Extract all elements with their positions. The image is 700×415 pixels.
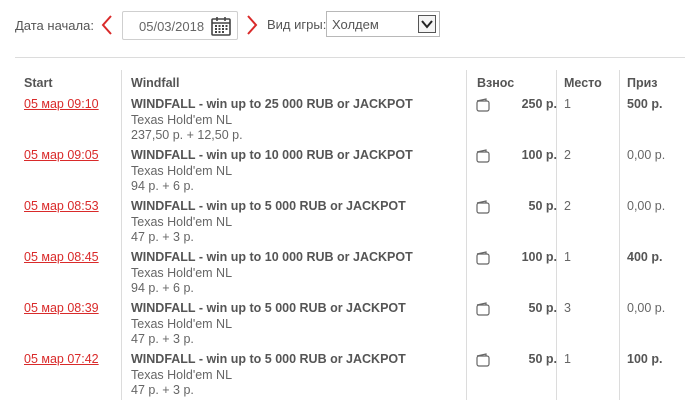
game-name: Texas Hold'em NL — [131, 316, 233, 331]
buyin-breakdown: 47 р. + 3 р. — [131, 383, 194, 397]
place-value: 1 — [564, 250, 571, 264]
start-time-link[interactable]: 05 мар 08:53 — [24, 199, 99, 213]
date-label: Дата начала: — [15, 18, 94, 33]
filter-bar: Дата начала: 05/03/2018 Вид игры: Холдем — [0, 0, 700, 50]
table-row: 05 мар 09:05 WINDFALL - win up to 10 000… — [15, 148, 685, 199]
place-value: 3 — [564, 301, 571, 315]
table-body: 05 мар 09:10 WINDFALL - win up to 25 000… — [15, 97, 685, 403]
game-type-label: Вид игры: — [267, 17, 327, 32]
prize-value: 400 р. — [627, 250, 663, 264]
date-value[interactable]: 05/03/2018 — [139, 19, 204, 34]
tournament-title: WINDFALL - win up to 5 000 RUB or JACKPO… — [131, 352, 406, 366]
tournament-table: Start Windfall Взнос Место Приз 05 мар 0… — [15, 70, 685, 400]
buyin-breakdown: 47 р. + 3 р. — [131, 230, 194, 244]
tournament-title: WINDFALL - win up to 5 000 RUB or JACKPO… — [131, 301, 406, 315]
start-time-link[interactable]: 05 мар 09:05 — [24, 148, 99, 162]
game-name: Texas Hold'em NL — [131, 367, 233, 382]
buyin-breakdown: 94 р. + 6 р. — [131, 281, 194, 295]
game-name: Texas Hold'em NL — [131, 112, 233, 127]
tournament-title: WINDFALL - win up to 10 000 RUB or JACKP… — [131, 250, 413, 264]
prize-value: 0,00 р. — [627, 199, 666, 213]
calendar-icon[interactable] — [210, 15, 232, 37]
tournament-info: WINDFALL - win up to 5 000 RUB or JACKPO… — [131, 199, 471, 246]
chevron-left-icon[interactable] — [100, 14, 114, 36]
divider — [15, 57, 685, 58]
tournament-title: WINDFALL - win up to 25 000 RUB or JACKP… — [131, 97, 413, 111]
fee-value: 100 р. — [521, 148, 557, 162]
table-row: 05 мар 08:39 WINDFALL - win up to 5 000 … — [15, 301, 685, 352]
chevron-right-icon[interactable] — [245, 14, 259, 36]
header-name[interactable]: Windfall — [131, 76, 180, 90]
place-value: 1 — [564, 352, 571, 366]
header-place[interactable]: Место — [564, 76, 602, 90]
fee-value: 50 р. — [528, 301, 558, 315]
prize-value: 100 р. — [627, 352, 663, 366]
tournament-info: WINDFALL - win up to 10 000 RUB or JACKP… — [131, 148, 471, 195]
buyin-breakdown: 47 р. + 3 р. — [131, 332, 194, 346]
fee-value: 250 р. — [521, 97, 557, 111]
start-time-link[interactable]: 05 мар 08:39 — [24, 301, 99, 315]
place-value: 2 — [564, 148, 571, 162]
start-time-link[interactable]: 05 мар 07:42 — [24, 352, 99, 366]
game-type-value[interactable]: Холдем — [332, 17, 379, 32]
fee-value: 50 р. — [528, 352, 558, 366]
prize-value: 0,00 р. — [627, 301, 666, 315]
buyin-breakdown: 94 р. + 6 р. — [131, 179, 194, 193]
start-time-link[interactable]: 05 мар 09:10 — [24, 97, 99, 111]
table-row: 05 мар 09:10 WINDFALL - win up to 25 000… — [15, 97, 685, 148]
tournament-info: WINDFALL - win up to 5 000 RUB or JACKPO… — [131, 352, 471, 399]
place-value: 2 — [564, 199, 571, 213]
place-value: 1 — [564, 97, 571, 111]
chevron-down-icon[interactable] — [418, 15, 436, 33]
game-name: Texas Hold'em NL — [131, 214, 233, 229]
tournament-info: WINDFALL - win up to 25 000 RUB or JACKP… — [131, 97, 471, 144]
game-type-select[interactable]: Холдем — [326, 11, 440, 37]
tournament-info: WINDFALL - win up to 10 000 RUB or JACKP… — [131, 250, 471, 297]
prize-value: 500 р. — [627, 97, 663, 111]
game-name: Texas Hold'em NL — [131, 163, 233, 178]
tournament-info: WINDFALL - win up to 5 000 RUB or JACKPO… — [131, 301, 471, 348]
date-input[interactable]: 05/03/2018 — [122, 11, 238, 40]
tournament-title: WINDFALL - win up to 5 000 RUB or JACKPO… — [131, 199, 406, 213]
tournament-title: WINDFALL - win up to 10 000 RUB or JACKP… — [131, 148, 413, 162]
table-row: 05 мар 07:42 WINDFALL - win up to 5 000 … — [15, 352, 685, 403]
prize-value: 0,00 р. — [627, 148, 666, 162]
header-fee[interactable]: Взнос — [477, 76, 514, 90]
fee-value: 100 р. — [521, 250, 557, 264]
table-header: Start Windfall Взнос Место Приз — [15, 70, 685, 92]
header-prize[interactable]: Приз — [627, 76, 658, 90]
game-name: Texas Hold'em NL — [131, 265, 233, 280]
header-start[interactable]: Start — [24, 76, 52, 90]
table-row: 05 мар 08:53 WINDFALL - win up to 5 000 … — [15, 199, 685, 250]
table-row: 05 мар 08:45 WINDFALL - win up to 10 000… — [15, 250, 685, 301]
buyin-breakdown: 237,50 р. + 12,50 р. — [131, 128, 243, 142]
start-time-link[interactable]: 05 мар 08:45 — [24, 250, 99, 264]
fee-value: 50 р. — [528, 199, 558, 213]
